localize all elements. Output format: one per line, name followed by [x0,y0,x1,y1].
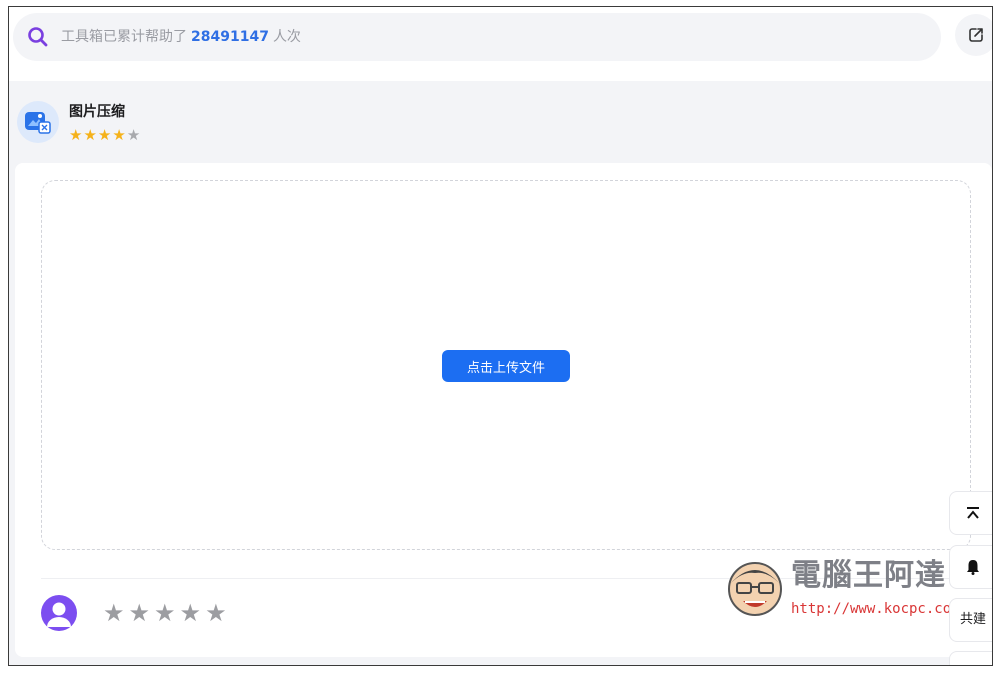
search-bar[interactable]: 工具箱已累计帮助了 28491147 人次 [13,13,941,61]
search-suffix: 人次 [272,29,301,45]
side-button-extra[interactable] [949,651,992,665]
star-icon: ★ [126,126,141,144]
star-icon: ★ [83,126,97,144]
search-prefix: 工具箱已累计帮助了 [61,29,187,45]
mascot-icon [728,562,782,616]
rate-star-icon[interactable]: ★ [205,600,227,626]
star-icon: ★ [112,126,126,144]
drop-zone[interactable]: 点击上传文件 [41,180,971,550]
tool-icon [17,101,59,143]
back-to-top-icon [967,507,979,519]
app-frame: 工具箱已累计帮助了 28491147 人次 图片压缩 ★ ★ ★ ★ ★ 点击上… [8,6,993,666]
search-placeholder: 工具箱已累计帮助了 28491147 人次 [61,27,301,47]
rate-star-icon[interactable]: ★ [154,600,176,626]
user-icon [47,602,71,627]
tool-rating: ★ ★ ★ ★ ★ [69,128,140,143]
rate-star-icon[interactable]: ★ [129,600,151,626]
bell-icon [967,560,979,575]
watermark: 電腦王阿達 http://www.kocpc.com.tw [723,555,985,625]
tool-header: 图片压缩 ★ ★ ★ ★ ★ [9,81,992,163]
search-icon [28,27,48,47]
rate-star-icon[interactable]: ★ [180,600,202,626]
star-icon: ★ [97,126,112,144]
upload-button[interactable]: 点击上传文件 [442,350,570,382]
watermark-title: 電腦王阿達 [791,558,946,593]
user-avatar [41,595,77,631]
tool-title: 图片压缩 [69,104,125,120]
feedback-rating: ★ ★ ★ ★ ★ [103,600,227,626]
back-to-top-button[interactable] [949,491,992,535]
share-button[interactable] [955,14,992,56]
image-compress-icon [25,112,51,134]
notification-button[interactable] [949,545,992,589]
share-icon [969,28,983,42]
co-build-button[interactable]: 共建 [949,598,992,642]
help-count: 28491147 [191,29,269,45]
rate-star-icon[interactable]: ★ [103,600,125,626]
star-icon: ★ [69,126,83,144]
